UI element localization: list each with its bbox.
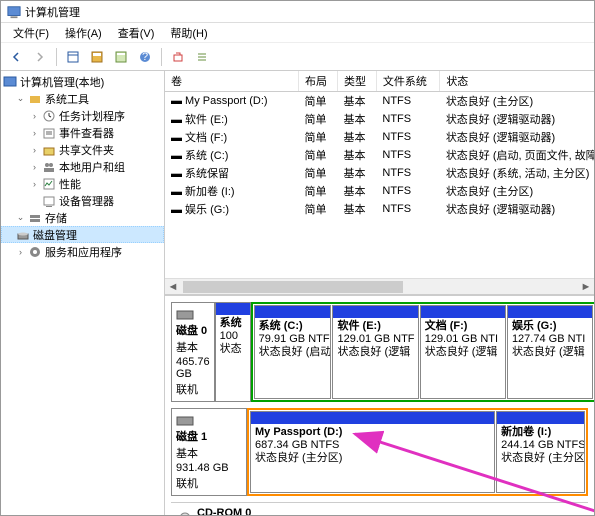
- table-row[interactable]: ▬ 系统保留简单基本NTFS状态良好 (系统, 活动, 主分区)100 MB65: [165, 164, 594, 182]
- table-row[interactable]: ▬ 文档 (F:)简单基本NTFS状态良好 (逻辑驱动器)129.01 GB20: [165, 128, 594, 146]
- expand-icon[interactable]: ›: [29, 161, 40, 172]
- table-row[interactable]: ▬ My Passport (D:)简单基本NTFS状态良好 (主分区)687.…: [165, 92, 594, 111]
- scrollbar-thumb[interactable]: [183, 281, 403, 293]
- disk1-part0[interactable]: My Passport (D:)687.34 GB NTFS状态良好 (主分区): [250, 411, 495, 493]
- tree-devmgr[interactable]: ›设备管理器: [1, 192, 164, 209]
- col-layout[interactable]: 布局: [299, 71, 338, 92]
- tree-systools[interactable]: ⌄系统工具: [1, 90, 164, 107]
- tree-shared[interactable]: ›共享文件夹: [1, 141, 164, 158]
- forward-button[interactable]: [29, 46, 51, 68]
- tree-services[interactable]: ›服务和应用程序: [1, 243, 164, 260]
- table-row[interactable]: ▬ 系统 (C:)简单基本NTFS状态良好 (启动, 页面文件, 故障转储, 主…: [165, 146, 594, 164]
- disk1-label[interactable]: 磁盘 1 基本 931.48 GB 联机: [171, 408, 247, 496]
- disk1-part1[interactable]: 新加卷 (I:)244.14 GB NTFS状态良好 (主分区): [496, 411, 585, 493]
- navigation-tree[interactable]: 计算机管理(本地) ⌄系统工具 ›任务计划程序 ›事件查看器 ›共享文件夹 ›本…: [1, 71, 165, 515]
- col-type[interactable]: 类型: [337, 71, 376, 92]
- disk0-part2[interactable]: 软件 (E:)129.01 GB NTF状态良好 (逻辑: [332, 305, 418, 399]
- disk-icon: [176, 307, 194, 321]
- disk0-part0[interactable]: 系统100状态: [215, 302, 251, 402]
- expand-icon[interactable]: ›: [29, 110, 40, 121]
- view-button-1[interactable]: [62, 46, 84, 68]
- menu-bar: 文件(F) 操作(A) 查看(V) 帮助(H): [1, 23, 594, 43]
- svg-text:?: ?: [142, 51, 148, 63]
- tree-users[interactable]: ›本地用户和组: [1, 158, 164, 175]
- disk0-label[interactable]: 磁盘 0 基本 465.76 GB 联机: [171, 302, 215, 402]
- col-fs[interactable]: 文件系统: [376, 71, 439, 92]
- disk0-part4[interactable]: 娱乐 (G:)127.74 GB NTI状态良好 (逻辑: [507, 305, 593, 399]
- menu-action[interactable]: 操作(A): [57, 23, 110, 43]
- disk-icon: [176, 413, 194, 427]
- menu-file[interactable]: 文件(F): [5, 23, 57, 43]
- back-button[interactable]: [5, 46, 27, 68]
- properties-button[interactable]: [86, 46, 108, 68]
- app-icon: [7, 5, 21, 19]
- expand-icon[interactable]: ›: [29, 178, 40, 189]
- horizontal-scrollbar[interactable]: ◄ ►: [165, 278, 594, 294]
- disk1-orange-group: My Passport (D:)687.34 GB NTFS状态良好 (主分区)…: [247, 408, 588, 496]
- toolbar: ?: [1, 43, 594, 71]
- disk0-part1[interactable]: 系统 (C:)79.91 GB NTF状态良好 (启动: [254, 305, 332, 399]
- table-row[interactable]: ▬ 软件 (E:)简单基本NTFS状态良好 (逻辑驱动器)129.01 GB10: [165, 110, 594, 128]
- tree-root[interactable]: 计算机管理(本地): [1, 73, 164, 90]
- expand-icon[interactable]: ›: [15, 246, 26, 257]
- graphical-view[interactable]: 磁盘 0 基本 465.76 GB 联机 系统100状态 系统 (C:)79.9…: [165, 295, 594, 515]
- menu-help[interactable]: 帮助(H): [162, 23, 215, 43]
- window-title: 计算机管理: [25, 4, 80, 20]
- collapse-icon[interactable]: ⌄: [15, 212, 26, 223]
- expand-icon[interactable]: ›: [29, 127, 40, 138]
- content-pane: 卷 布局 类型 文件系统 状态 容量 可 ▬ My Passport (D:)简…: [165, 71, 594, 515]
- tree-eventviewer[interactable]: ›事件查看器: [1, 124, 164, 141]
- scroll-right-icon[interactable]: ►: [578, 280, 594, 294]
- tree-scheduler[interactable]: ›任务计划程序: [1, 107, 164, 124]
- table-row[interactable]: ▬ 娱乐 (G:)简单基本NTFS状态良好 (逻辑驱动器)127.74 GB11: [165, 200, 594, 218]
- col-volume[interactable]: 卷: [165, 71, 299, 92]
- scroll-left-icon[interactable]: ◄: [165, 280, 181, 294]
- tree-perf[interactable]: ›性能: [1, 175, 164, 192]
- disk1-row[interactable]: 磁盘 1 基本 931.48 GB 联机 My Passport (D:)687…: [171, 408, 588, 496]
- menu-view[interactable]: 查看(V): [110, 23, 163, 43]
- list-button[interactable]: [191, 46, 213, 68]
- volume-list[interactable]: 卷 布局 类型 文件系统 状态 容量 可 ▬ My Passport (D:)简…: [165, 71, 594, 295]
- tree-storage[interactable]: ⌄存储: [1, 209, 164, 226]
- cdrom-row[interactable]: CD-ROM 0DVD (H:): [171, 502, 588, 515]
- disk0-row[interactable]: 磁盘 0 基本 465.76 GB 联机 系统100状态 系统 (C:)79.9…: [171, 302, 588, 402]
- action-button[interactable]: [167, 46, 189, 68]
- disk0-green-group: 系统 (C:)79.91 GB NTF状态良好 (启动 软件 (E:)129.0…: [251, 302, 594, 402]
- tree-diskmgmt[interactable]: ›磁盘管理: [1, 226, 164, 243]
- volume-table[interactable]: 卷 布局 类型 文件系统 状态 容量 可 ▬ My Passport (D:)简…: [165, 71, 594, 218]
- col-status[interactable]: 状态: [440, 71, 594, 92]
- table-row[interactable]: ▬ 新加卷 (I:)简单基本NTFS状态良好 (主分区)244.14 GB24: [165, 182, 594, 200]
- disk0-part3[interactable]: 文档 (F:)129.01 GB NTI状态良好 (逻辑: [420, 305, 506, 399]
- cd-icon: [177, 511, 193, 516]
- title-bar: 计算机管理: [1, 1, 594, 23]
- refresh-button[interactable]: [110, 46, 132, 68]
- collapse-icon[interactable]: ⌄: [15, 93, 26, 104]
- help-button[interactable]: ?: [134, 46, 156, 68]
- expand-icon[interactable]: ›: [29, 144, 40, 155]
